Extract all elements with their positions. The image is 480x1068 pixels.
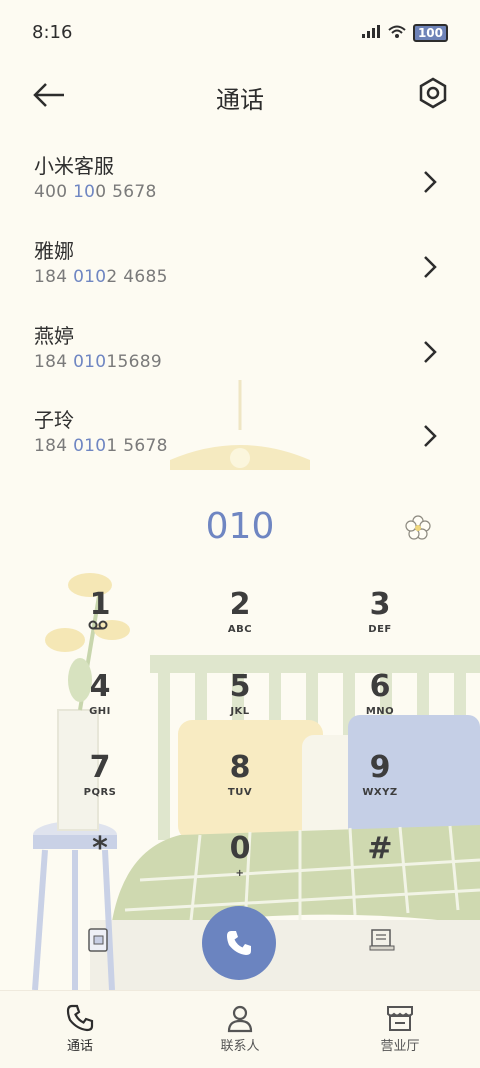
chevron-right-icon xyxy=(424,256,437,278)
tab-service-hall[interactable]: 营业厅 xyxy=(320,991,480,1054)
sim-card-icon xyxy=(88,928,108,952)
key-digit: 5 xyxy=(229,669,251,704)
key-digit: 4 xyxy=(89,669,111,704)
key-star[interactable]: * xyxy=(30,832,170,912)
chevron-right-icon xyxy=(424,171,437,193)
number-match: 010 xyxy=(73,352,107,372)
number-part: 0 5678 xyxy=(95,182,157,202)
contact-name: 雅娜 xyxy=(34,239,74,263)
sim-card-button[interactable] xyxy=(86,926,114,956)
tab-label: 通话 xyxy=(66,1039,93,1054)
number-part: 400 xyxy=(34,182,74,202)
key-letters: + xyxy=(235,868,245,879)
signal-icon xyxy=(361,24,381,42)
tab-contacts[interactable]: 联系人 xyxy=(160,991,320,1054)
status-icons: 100 xyxy=(361,24,448,42)
contact-number: 184 0102 4685 xyxy=(34,267,168,287)
key-2[interactable]: 2 ABC xyxy=(170,588,310,668)
key-digit: 6 xyxy=(369,669,391,704)
key-digit: 9 xyxy=(369,750,391,785)
key-5[interactable]: 5 JKL xyxy=(170,670,310,750)
number-match: 010 xyxy=(73,267,107,287)
key-hash[interactable]: # xyxy=(310,832,450,912)
key-letters: MNO xyxy=(365,706,395,717)
keyboard-icon xyxy=(369,929,395,951)
key-9[interactable]: 9 WXYZ xyxy=(310,751,450,831)
page-title: 通话 xyxy=(216,86,264,114)
key-digit: 0 xyxy=(229,831,251,866)
call-button[interactable] xyxy=(202,906,276,980)
key-digit: 7 xyxy=(89,750,111,785)
dialpad-toggle-button[interactable] xyxy=(368,926,396,956)
contact-name: 小米客服 xyxy=(34,154,114,178)
chevron-right-icon xyxy=(424,425,437,447)
key-digit: 2 xyxy=(229,587,251,622)
key-digit: # xyxy=(367,831,393,866)
theme-button[interactable] xyxy=(404,514,432,542)
contact-number: 184 0101 5678 xyxy=(34,436,168,456)
contact-name: 子玲 xyxy=(34,408,74,432)
number-match: 10 xyxy=(73,182,96,202)
phone-icon xyxy=(227,931,251,955)
key-letters: PQRS xyxy=(83,787,117,798)
tab-label: 营业厅 xyxy=(380,1039,420,1054)
contact-number: 400 100 5678 xyxy=(34,182,157,202)
number-part: 184 xyxy=(34,436,74,456)
key-letters: GHI xyxy=(89,706,111,717)
wifi-icon xyxy=(387,25,407,42)
key-letters: JKL xyxy=(230,706,250,717)
status-time: 8:16 xyxy=(32,22,73,43)
settings-button[interactable] xyxy=(416,76,450,110)
key-8[interactable]: 8 TUV xyxy=(170,751,310,831)
tab-label: 联系人 xyxy=(220,1039,260,1054)
key-letters: TUV xyxy=(227,787,253,798)
key-digit: 1 xyxy=(89,587,111,622)
number-part: 184 xyxy=(34,352,74,372)
contact-row[interactable]: 小米客服 400 100 5678 xyxy=(0,150,480,230)
number-part: 15689 xyxy=(106,352,163,372)
key-digit: * xyxy=(92,831,108,866)
flower-icon xyxy=(405,515,431,540)
key-7[interactable]: 7 PQRS xyxy=(30,751,170,831)
contact-row[interactable]: 燕婷 184 01015689 xyxy=(0,320,480,400)
key-6[interactable]: 6 MNO xyxy=(310,670,450,750)
voicemail-icon xyxy=(88,620,108,630)
person-icon xyxy=(227,1005,253,1033)
number-part: 184 xyxy=(34,267,74,287)
key-3[interactable]: 3 DEF xyxy=(310,588,450,668)
contact-number: 184 01015689 xyxy=(34,352,162,372)
key-digit: 3 xyxy=(369,587,391,622)
key-letters: WXYZ xyxy=(362,787,398,798)
key-4[interactable]: 4 GHI xyxy=(30,670,170,750)
contact-name: 燕婷 xyxy=(34,324,74,348)
key-letters: ABC xyxy=(227,624,253,635)
number-match: 010 xyxy=(73,436,107,456)
chevron-right-icon xyxy=(424,341,437,363)
phone-icon xyxy=(66,1004,94,1032)
bottom-nav: 通话 联系人 营业厅 xyxy=(0,990,480,1068)
gear-icon xyxy=(419,77,447,109)
contact-row[interactable]: 子玲 184 0101 5678 xyxy=(0,404,480,484)
tab-calls[interactable]: 通话 xyxy=(0,991,160,1054)
battery-icon: 100 xyxy=(412,24,448,42)
key-0[interactable]: 0 + xyxy=(170,832,310,912)
contact-row[interactable]: 雅娜 184 0102 4685 xyxy=(0,235,480,315)
store-icon xyxy=(387,1006,413,1031)
number-part: 1 5678 xyxy=(106,436,168,456)
number-part: 2 4685 xyxy=(106,267,168,287)
key-digit: 8 xyxy=(229,750,251,785)
key-letters: DEF xyxy=(368,624,392,635)
